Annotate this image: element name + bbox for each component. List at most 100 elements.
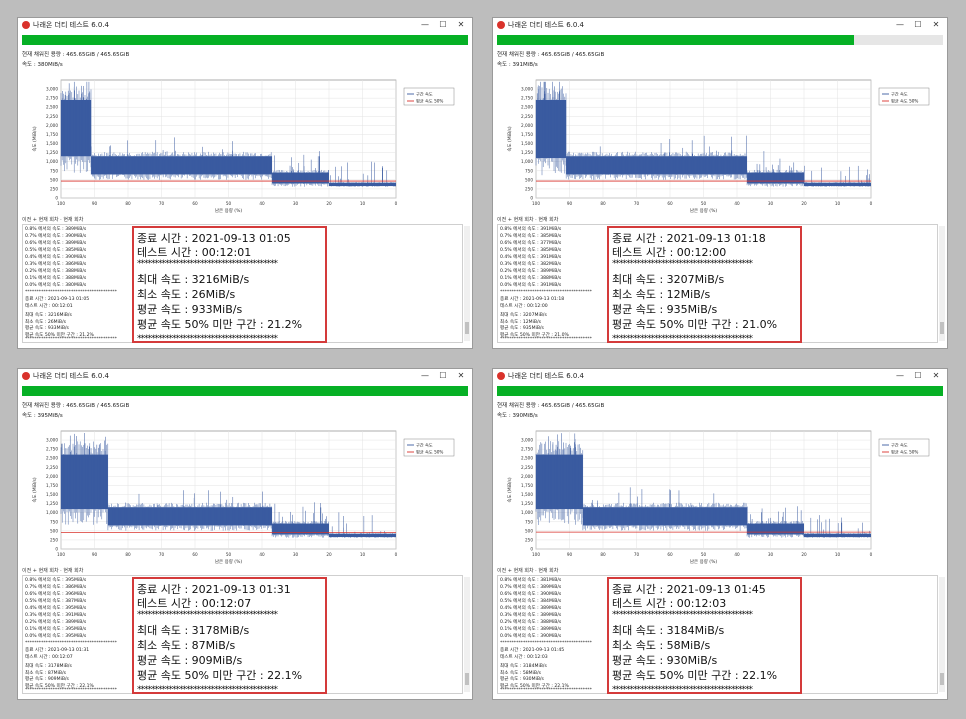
y-tick-label: 500	[525, 177, 533, 182]
minimize-icon[interactable]: —	[418, 370, 432, 382]
y-tick-label: 1,750	[46, 132, 58, 137]
y-tick-label: 2,750	[46, 447, 58, 452]
y-tick-label: 0	[55, 196, 58, 201]
summary-separator: ****************************************	[612, 334, 753, 344]
x-tick-label: 20	[326, 552, 332, 557]
log-line: 0.8% 에서의 속도 : 389MiB/s	[25, 227, 87, 232]
speed-chart: 0 250 500 750 1,000 1,250 1,500 1,750 2,000 2,250…	[493, 72, 947, 224]
title-bar[interactable]: 나래온 더티 테스트 6.0.4 — ☐ ✕	[18, 18, 472, 32]
close-icon[interactable]: ✕	[929, 19, 943, 31]
y-tick-label: 1,000	[46, 510, 58, 515]
scroll-thumb[interactable]	[465, 322, 469, 334]
y-tick-label: 250	[50, 186, 58, 191]
maximize-icon[interactable]: ☐	[436, 370, 450, 382]
legend-label: 구간 속도	[891, 442, 908, 449]
y-tick-label: 1,750	[521, 483, 533, 488]
x-tick-label: 0	[395, 201, 398, 206]
minimize-icon[interactable]: —	[418, 19, 432, 31]
y-tick-label: 2,250	[521, 465, 533, 470]
log-summary-line: 종료 시간 : 2021-09-13 01:05	[25, 297, 90, 302]
log-line: 0.7% 에서의 속도 : 390MiB/s	[25, 234, 87, 239]
log-line: 0.1% 에서의 속도 : 395MiB/s	[25, 627, 87, 632]
x-tick-label: 50	[226, 201, 232, 206]
x-tick-label: 40	[259, 201, 265, 206]
x-tick-label: 90	[92, 552, 98, 557]
close-icon[interactable]: ✕	[454, 370, 468, 382]
chart-legend: 구간 속도평균 속도 50%	[403, 87, 455, 106]
y-tick-label: 1,000	[521, 510, 533, 515]
y-tick-label: 2,000	[46, 123, 58, 128]
summary-max-speed: 최대 속도 : 3184MiB/s	[612, 624, 725, 637]
y-axis-label: 속도 (MiB/s)	[31, 126, 38, 152]
x-tick-label: 0	[395, 552, 398, 557]
x-tick-label: 100	[532, 201, 540, 206]
y-tick-label: 750	[525, 519, 533, 524]
log-scrollbar[interactable]	[939, 577, 945, 692]
summary-end-time: 종료 시간 : 2021-09-13 01:18	[612, 232, 766, 245]
scroll-thumb[interactable]	[940, 673, 944, 685]
log-scrollbar[interactable]	[464, 226, 470, 341]
x-tick-label: 60	[667, 552, 673, 557]
app-icon	[22, 21, 30, 29]
chart-legend: 구간 속도평균 속도 50%	[878, 87, 930, 106]
y-tick-label: 2,750	[521, 96, 533, 101]
summary-below-half: 평균 속도 50% 미만 구간 : 21.2%	[137, 318, 303, 331]
minimize-icon[interactable]: —	[893, 19, 907, 31]
y-tick-label: 2,000	[521, 123, 533, 128]
x-tick-label: 30	[293, 552, 299, 557]
x-tick-label: 0	[870, 201, 873, 206]
log-summary-line: 최소 속도 : 26MiB/s	[25, 319, 67, 325]
close-icon[interactable]: ✕	[929, 370, 943, 382]
app-icon	[497, 372, 505, 380]
app-icon	[22, 372, 30, 380]
result-tabs[interactable]: 이전 + 현재 회차 · 현재 회차	[22, 216, 83, 223]
maximize-icon[interactable]: ☐	[911, 370, 925, 382]
x-tick-label: 100	[57, 552, 65, 557]
result-tabs[interactable]: 이전 + 현재 회차 · 현재 회차	[497, 216, 558, 223]
x-tick-label: 70	[159, 201, 165, 206]
summary-max-speed: 최대 속도 : 3207MiB/s	[612, 273, 725, 286]
x-tick-label: 10	[360, 201, 366, 206]
title-bar[interactable]: 나래온 더티 테스트 6.0.4 — ☐ ✕	[18, 369, 472, 383]
summary-min-speed: 최소 속도 : 87MiB/s	[137, 639, 236, 652]
x-axis-label: 남은 용량 (%)	[215, 558, 242, 565]
log-summary-line: 평균 속도 : 909MiB/s	[25, 677, 69, 682]
log-summary-line: 종료 시간 : 2021-09-13 01:45	[500, 648, 565, 653]
title-bar[interactable]: 나래온 더티 테스트 6.0.4 — ☐ ✕	[493, 369, 947, 383]
log-scrollbar[interactable]	[464, 577, 470, 692]
maximize-icon[interactable]: ☐	[436, 19, 450, 31]
summary-separator: ****************************************	[137, 685, 278, 695]
log-summary-line: 최소 속도 : 58MiB/s	[500, 670, 542, 676]
log-summary-line: 테스트 시간 : 00:12:03	[500, 654, 548, 660]
log-line: 0.8% 에서의 속도 : 395MiB/s	[25, 578, 87, 583]
speed-chart: 0 250 500 750 1,000 1,250 1,500 1,750 2,000 2,250…	[18, 423, 472, 575]
log-line: 0.1% 에서의 속도 : 389MiB/s	[500, 627, 562, 632]
result-tabs[interactable]: 이전 + 현재 회차 · 현재 회차	[497, 567, 558, 574]
x-axis-label: 남은 용량 (%)	[690, 207, 717, 214]
x-axis-label: 남은 용량 (%)	[215, 207, 242, 214]
test-window-1: 나래온 더티 테스트 6.0.4 — ☐ ✕ 현재 채워진 용량 : 465.65GiB…	[17, 17, 473, 349]
app-icon	[497, 21, 505, 29]
log-line: 0.5% 에서의 속도 : 385MiB/s	[25, 248, 87, 253]
log-scrollbar[interactable]	[939, 226, 945, 341]
scroll-thumb[interactable]	[465, 673, 469, 685]
x-tick-label: 20	[801, 201, 807, 206]
log-line: 0.7% 에서의 속도 : 386MiB/s	[25, 585, 87, 590]
maximize-icon[interactable]: ☐	[911, 19, 925, 31]
y-tick-label: 2,250	[521, 114, 533, 119]
title-bar[interactable]: 나래온 더티 테스트 6.0.4 — ☐ ✕	[493, 18, 947, 32]
x-tick-label: 60	[667, 201, 673, 206]
summary-separator: ****************************************	[612, 259, 753, 269]
minimize-icon[interactable]: —	[893, 370, 907, 382]
progress-bar	[22, 386, 468, 396]
scroll-thumb[interactable]	[940, 322, 944, 334]
capacity-text: 현재 채워진 용량 : 465.65GiB / 465.65GiB	[22, 403, 130, 409]
result-tabs[interactable]: 이전 + 현재 회차 · 현재 회차	[22, 567, 83, 574]
log-line: 0.4% 에서의 속도 : 389MiB/s	[500, 606, 562, 611]
y-tick-label: 2,250	[46, 465, 58, 470]
close-icon[interactable]: ✕	[454, 19, 468, 31]
summary-below-half: 평균 속도 50% 미만 구간 : 22.1%	[612, 669, 778, 682]
speed-band	[107, 507, 273, 526]
y-tick-label: 1,250	[46, 150, 58, 155]
log-line: 0.2% 에서의 속도 : 388MiB/s	[500, 620, 562, 625]
